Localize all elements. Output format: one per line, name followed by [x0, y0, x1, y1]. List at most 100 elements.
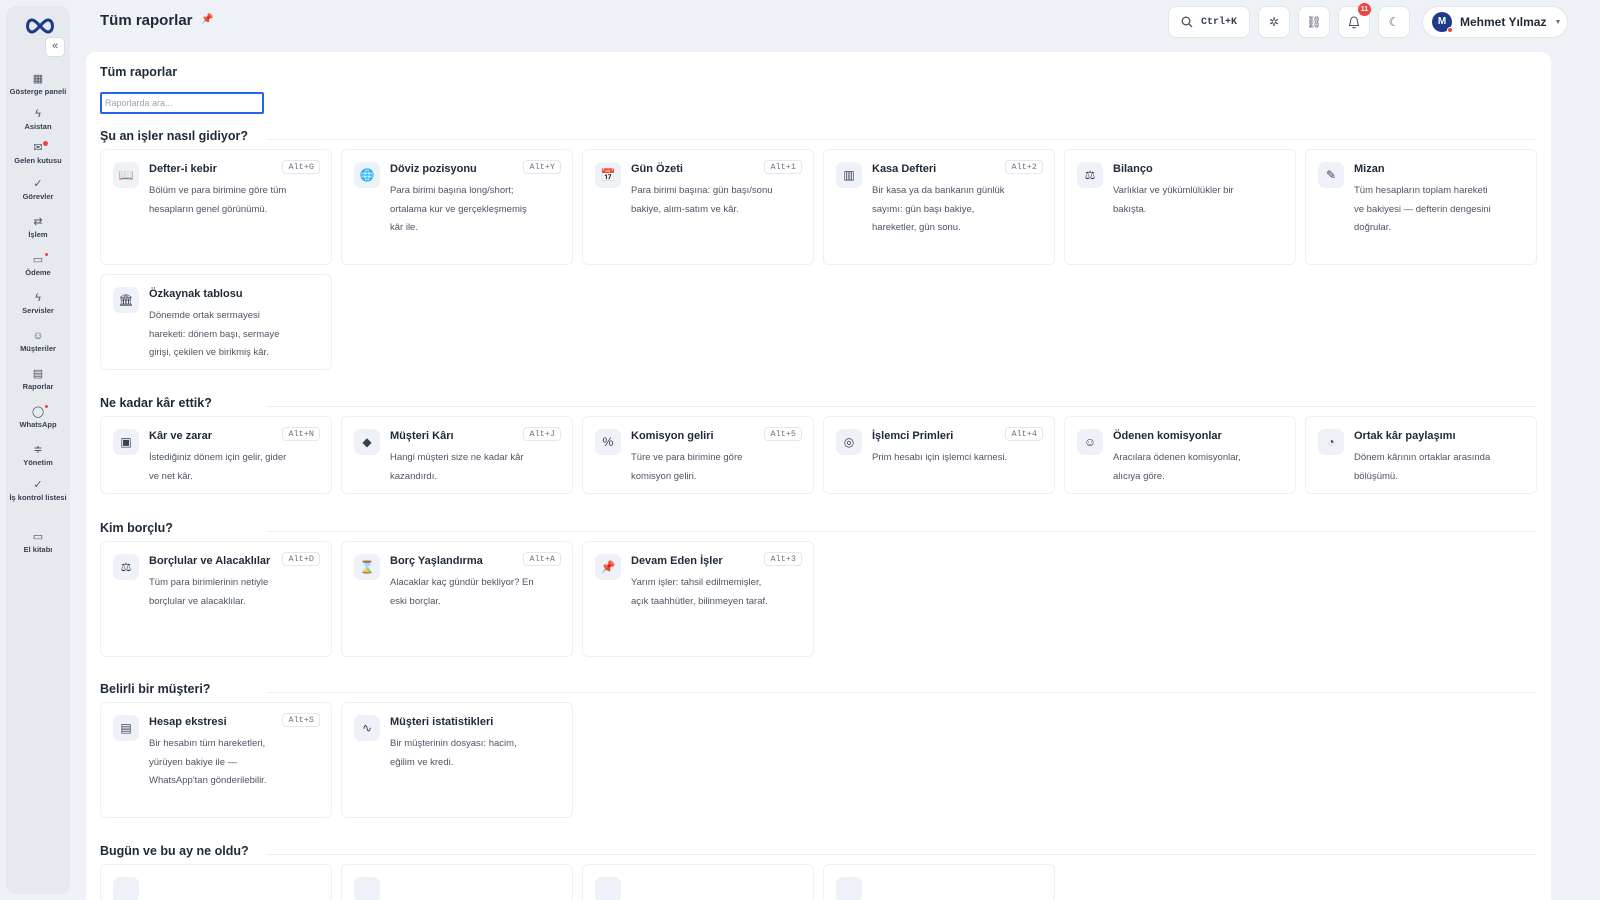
report-card[interactable]: 📖 Defter-i kebir Alt+G Bölüm ve para birimi…	[100, 149, 332, 265]
sidebar-item-label: Gösterge paneli	[9, 87, 67, 96]
report-card-description: Bir kasa ya da bankanın günlük sayımı: g…	[872, 185, 1005, 233]
report-card[interactable]: ◆ Müşteri Kârı Alt+J Hangi müşteri size ne …	[341, 416, 573, 494]
report-card-description: Bir hesabın tüm hareketleri, yürüyen bak…	[149, 738, 267, 786]
report-card[interactable]: ⚖ Bilanço Varlıklar ve yükümlülükler bir b…	[1064, 149, 1296, 265]
report-card[interactable]: ◎ İşlemci Primleri Alt+4 Prim hesabı için i…	[823, 416, 1055, 494]
report-card[interactable]	[341, 864, 573, 900]
sidebar-item-label: Müşteriler	[20, 344, 56, 353]
notification-badge: 11	[1358, 3, 1371, 16]
sidebar-item-label: WhatsApp	[19, 420, 57, 429]
sidebar-item[interactable]: ☺ Müşteriler	[6, 329, 70, 353]
keyboard-shortcut-badge: Alt+1	[764, 160, 802, 174]
globe-icon: 🌐	[354, 162, 380, 188]
user-name: Mehmet Yılmaz	[1460, 15, 1547, 29]
avatar: M	[1432, 12, 1453, 33]
report-card[interactable]: ☺ Ödenen komisyonlar Aracılara ödenen komi…	[1064, 416, 1296, 494]
report-card[interactable]: ⚖ Borçlular ve Alacaklılar Alt+D Tüm para b…	[100, 541, 332, 657]
coins-icon: ◔	[1318, 429, 1344, 455]
sidebar-item[interactable]: ϟ Servisler	[6, 291, 70, 315]
report-card-title: Kasa Defteri	[872, 163, 937, 175]
report-card[interactable]: ✎ Mizan Tüm hesapların toplam hareketi ve …	[1305, 149, 1537, 265]
pin-icon[interactable]: 📌	[201, 14, 213, 25]
report-card-title: Defter-i kebir	[149, 163, 217, 175]
sidebar-item[interactable]: ▭ Ödeme	[6, 253, 70, 277]
sidebar-item[interactable]: ▦ Gösterge paneli	[6, 72, 70, 96]
report-card-title: Gün Özeti	[631, 163, 683, 175]
sidebar-item[interactable]: ≑ Yönetim	[6, 443, 70, 467]
user-menu-button[interactable]: M Mehmet Yılmaz ▼	[1422, 6, 1568, 38]
report-card[interactable]: 📌 Devam Eden İşler Alt+3 Yarım işler: tahsi…	[582, 541, 814, 657]
report-icon	[113, 877, 139, 900]
unread-dot	[45, 253, 48, 256]
keyboard-shortcut-badge: Alt+J	[523, 427, 561, 441]
sidebar-item-icon: ▭	[32, 531, 44, 543]
report-card[interactable]	[823, 864, 1055, 900]
sidebar-item-label: Gelen kutusu	[14, 156, 62, 165]
sidebar-item-icon: ⇄	[33, 216, 43, 228]
sidebar-item[interactable]: ✉ Gelen kutusu	[6, 141, 70, 165]
gem-icon: ◆	[354, 429, 380, 455]
report-card-description: Hangi müşteri size ne kadar kâr kazandır…	[390, 452, 524, 482]
report-card[interactable]: ◔ Ortak kâr paylaşımı Dönem kârının ortakl…	[1305, 416, 1537, 494]
wallet-icon: ▣	[113, 429, 139, 455]
sidebar-item-label: İşlem	[28, 230, 48, 239]
report-card[interactable]: 📅 Gün Özeti Alt+1 Para birimi başına: gün b…	[582, 149, 814, 265]
report-card[interactable]: 🌐 Döviz pozisyonu Alt+Y Para birimi başına …	[341, 149, 573, 265]
book-icon: 📖	[113, 162, 139, 188]
report-search-input[interactable]	[100, 92, 264, 114]
report-card-title: Kâr ve zarar	[149, 430, 212, 442]
report-card[interactable]: 🏛 Özkaynak tablosu Dönemde ortak sermayesi…	[100, 274, 332, 370]
report-card-description: İstediğiniz dönem için gelir, gider ve n…	[149, 452, 287, 482]
report-card[interactable]: ▥ Kasa Defteri Alt+2 Bir kasa ya da bankanı…	[823, 149, 1055, 265]
report-card-description: Dönem kârının ortaklar arasında bölüşümü…	[1354, 452, 1491, 482]
theme-toggle-button[interactable]: ☾	[1378, 6, 1410, 38]
report-card[interactable]	[582, 864, 814, 900]
sidebar-item[interactable]: ✓ İş kontrol listesi	[6, 478, 70, 502]
sidebar-item[interactable]: ◯ WhatsApp	[6, 405, 70, 429]
report-card-title: Döviz pozisyonu	[390, 163, 477, 175]
report-card-title: Özkaynak tablosu	[149, 288, 243, 300]
keyboard-shortcut-badge: Alt+G	[282, 160, 320, 174]
pin-icon: 📌	[595, 554, 621, 580]
report-card[interactable]: ▤ Hesap ekstresi Alt+S Bir hesabın tüm hare…	[100, 702, 332, 818]
keyboard-shortcut-badge: Alt+4	[1005, 427, 1043, 441]
sidebar-item-icon: ✓	[33, 178, 43, 190]
sidebar-item-label: El kitabı	[23, 545, 53, 554]
sidebar-item[interactable]: ▤ Raporlar	[6, 367, 70, 391]
report-card-title: İşlemci Primleri	[872, 430, 954, 442]
section-title: Şu an işler nasıl gidiyor?	[100, 129, 248, 143]
sidebar-item[interactable]: ⇄ İşlem	[6, 215, 70, 239]
sidebar-item[interactable]: ▭ El kitabı	[6, 530, 70, 554]
sidebar-item-icon: ≑	[33, 444, 43, 456]
report-card[interactable]: ⌛ Borç Yaşlandırma Alt+A Alacaklar kaç günd…	[341, 541, 573, 657]
sidebar-item[interactable]: ϟ Asistan	[6, 107, 70, 131]
section-divider	[266, 531, 1537, 532]
sidebar-item-icon: ✓	[33, 479, 43, 491]
bank-icon: 🏛	[113, 287, 139, 313]
percent-icon: %	[595, 429, 621, 455]
link-icon: ⛓	[1306, 15, 1322, 29]
link-button[interactable]: ⛓	[1298, 6, 1330, 38]
sidebar-item-icon: ✉	[33, 142, 43, 154]
bell-icon	[1348, 15, 1360, 29]
report-card-title: Komisyon geliri	[631, 430, 714, 442]
section-divider	[266, 692, 1537, 693]
calendar-icon: 📅	[595, 162, 621, 188]
report-card-description: Para birimi başına: gün başı/sonu bakiye…	[631, 185, 773, 215]
report-card-description: Yarım işler: tahsil edilmemişler, açık t…	[631, 577, 768, 607]
notifications-button[interactable]: 11	[1338, 3, 1371, 38]
command-search-button[interactable]: Ctrl+K	[1168, 6, 1250, 38]
report-card[interactable]	[100, 864, 332, 900]
hourglass-icon: ⌛	[354, 554, 380, 580]
collapse-sidebar-button[interactable]: «	[45, 37, 65, 57]
keyboard-shortcut-badge: Alt+D	[282, 552, 320, 566]
report-card-description: Varlıklar ve yükümlülükler bir bakışta.	[1113, 185, 1234, 215]
infinity-logo-icon[interactable]	[22, 14, 58, 38]
report-card[interactable]: ∿ Müşteri istatistikleri Bir müşterinin do…	[341, 702, 573, 818]
section-title: Bugün ve bu ay ne oldu?	[100, 844, 249, 858]
sidebar-item[interactable]: ✓ Görevler	[6, 177, 70, 201]
report-card[interactable]: ▣ Kâr ve zarar Alt+N İstediğiniz dönem için…	[100, 416, 332, 494]
report-icon	[595, 877, 621, 900]
report-card[interactable]: % Komisyon geliri Alt+5 Türe ve para birimi…	[582, 416, 814, 494]
bug-report-button[interactable]: ✲	[1258, 6, 1290, 38]
